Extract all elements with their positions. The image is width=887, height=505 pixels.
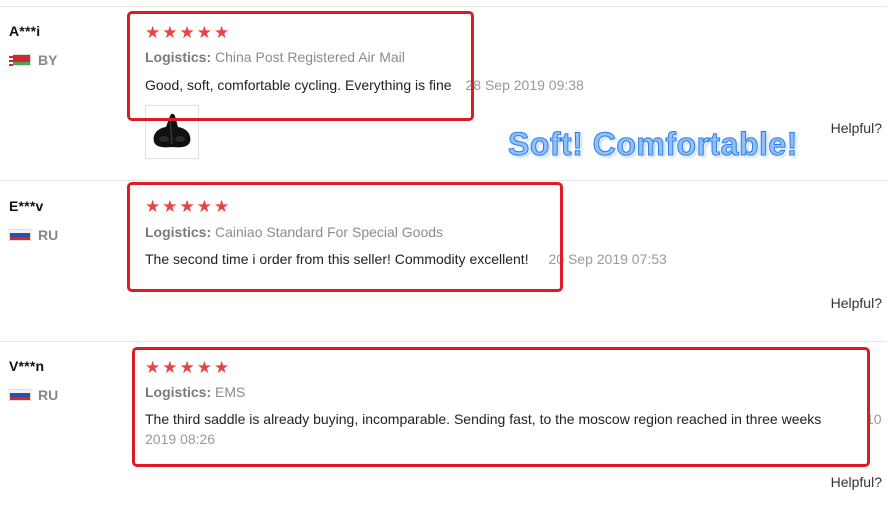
- country-code: BY: [38, 52, 58, 68]
- country-code: RU: [38, 227, 59, 243]
- highlight-box: [127, 182, 563, 292]
- reviewer-country: RU: [9, 227, 58, 243]
- divider: [0, 341, 887, 342]
- review-date: 28 Sep 2019 09:38: [465, 77, 584, 93]
- reviewer-name: V***n: [9, 358, 45, 374]
- review-date: 20 Sep 2019 07:53: [548, 251, 667, 267]
- highlight-box: [127, 11, 474, 121]
- divider: [0, 6, 887, 7]
- helpful-link[interactable]: Helpful?: [831, 474, 882, 490]
- promo-overlay-text: Soft! Comfortable!: [508, 126, 798, 163]
- reviewer-country: BY: [9, 52, 57, 68]
- russia-flag-icon: [9, 229, 31, 241]
- helpful-link[interactable]: Helpful?: [831, 120, 882, 136]
- helpful-link[interactable]: Helpful?: [831, 295, 882, 311]
- belarus-flag-icon: [9, 54, 31, 66]
- divider: [0, 180, 887, 181]
- russia-flag-icon: [9, 389, 31, 401]
- reviewer-name: E***v: [9, 198, 44, 214]
- highlight-box: [132, 347, 870, 467]
- reviewer-name: A***i: [9, 23, 41, 39]
- reviewer-country: RU: [9, 387, 58, 403]
- country-code: RU: [38, 387, 59, 403]
